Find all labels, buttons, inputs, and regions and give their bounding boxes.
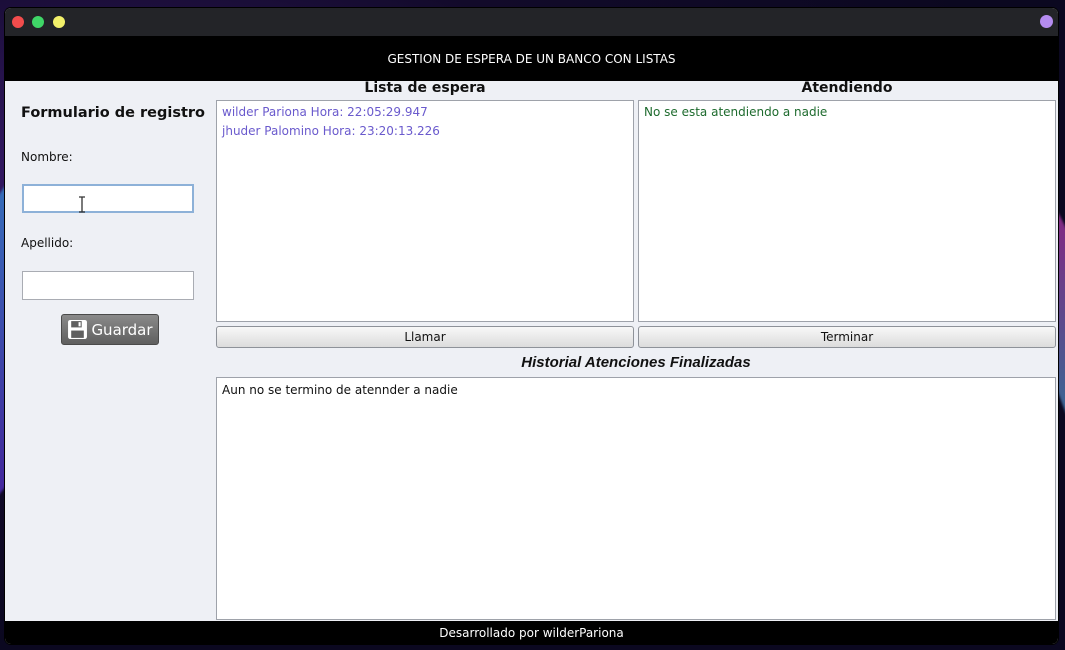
footer-credit: Desarrollado por wilderPariona [439, 625, 624, 640]
apellido-label: Apellido: [21, 236, 74, 250]
nombre-label: Nombre: [21, 150, 73, 164]
app-footer: Desarrollado por wilderPariona [5, 621, 1058, 644]
finish-button[interactable]: Terminar [638, 326, 1056, 348]
save-button[interactable]: Guardar [61, 314, 159, 345]
minimize-window-button[interactable] [53, 16, 65, 28]
floppy-disk-icon [68, 320, 88, 339]
app-header: GESTION DE ESPERA DE UN BANCO CON LISTAS [5, 36, 1058, 81]
call-button[interactable]: Llamar [216, 326, 634, 348]
form-title: Formulario de registro [21, 105, 206, 121]
apellido-input[interactable] [22, 271, 194, 300]
list-item[interactable]: wilder Pariona Hora: 22:05:29.947 [222, 103, 628, 122]
close-window-button[interactable] [12, 16, 24, 28]
maximize-window-button[interactable] [32, 16, 44, 28]
app-window: GESTION DE ESPERA DE UN BANCO CON LISTAS… [5, 8, 1058, 644]
history-title: Historial Atenciones Finalizadas [521, 354, 751, 371]
window-menu-button[interactable] [1040, 15, 1053, 28]
ibeam-cursor-icon [79, 196, 85, 213]
list-item[interactable]: jhuder Palomino Hora: 23:20:13.226 [222, 122, 628, 141]
save-button-label: Guardar [91, 320, 153, 339]
title-bar [5, 8, 1058, 36]
waiting-list-title: Lista de espera [364, 80, 486, 96]
nombre-input[interactable] [22, 184, 194, 213]
list-item[interactable]: Aun no se termino de atennder a nadie [222, 381, 1050, 400]
attending-title: Atendiendo [801, 80, 893, 96]
list-item[interactable]: No se esta atendiendo a nadie [644, 103, 1050, 122]
waiting-list[interactable]: wilder Pariona Hora: 22:05:29.947 jhuder… [216, 100, 634, 322]
history-list[interactable]: Aun no se termino de atennder a nadie [216, 377, 1056, 620]
attending-list[interactable]: No se esta atendiendo a nadie [638, 100, 1056, 322]
app-header-title: GESTION DE ESPERA DE UN BANCO CON LISTAS [387, 51, 676, 66]
